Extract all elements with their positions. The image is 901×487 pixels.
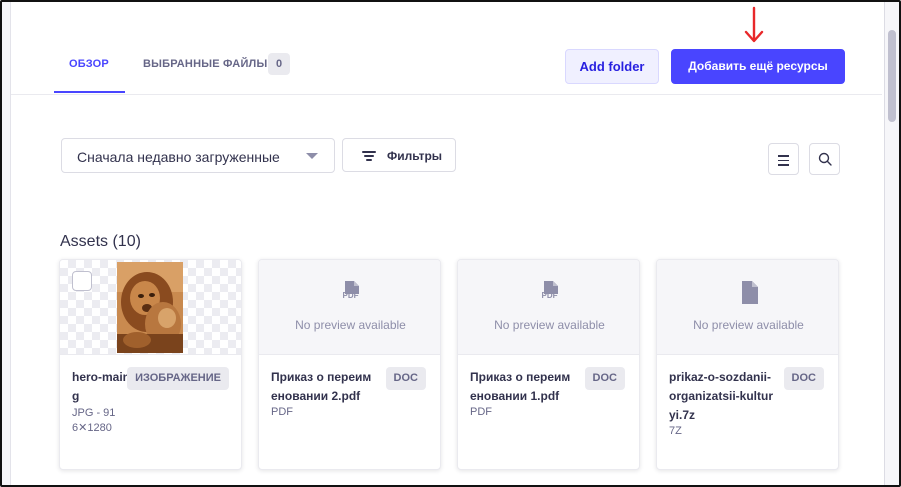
- asset-preview: PDF No preview available: [458, 260, 639, 355]
- assets-section-title: Assets (10): [60, 233, 141, 250]
- filters-button-label: Фильтры: [387, 149, 443, 163]
- asset-card[interactable]: hero-main-page.jpg JPG - 91 6✕1280 ИЗОБР…: [59, 259, 242, 470]
- filters-button[interactable]: Фильтры: [342, 138, 456, 172]
- add-more-assets-button[interactable]: Добавить ещё ресурсы: [671, 49, 845, 84]
- tab-overview[interactable]: ОБЗОР: [69, 58, 109, 70]
- sort-select-value: Сначала недавно загруженные: [77, 149, 280, 165]
- asset-file-type: PDF: [470, 406, 492, 418]
- asset-preview: PDF No preview available: [259, 260, 440, 355]
- scrollbar[interactable]: [884, 2, 899, 485]
- scrollbar-thumb[interactable]: [888, 30, 896, 122]
- media-library-panel: ОБЗОР ВЫБРАННЫЕ ФАЙЛЫ 0 Add folder Добав…: [11, 2, 882, 485]
- list-view-icon: [778, 155, 789, 169]
- no-preview-text: No preview available: [494, 318, 605, 332]
- active-tab-indicator: [54, 91, 125, 93]
- asset-card[interactable]: No preview available prikaz-o-sozdanii-o…: [656, 259, 839, 470]
- lion-image: [117, 262, 183, 353]
- asset-type-badge: DOC: [783, 367, 824, 390]
- search-button[interactable]: [809, 143, 840, 175]
- pdf-icon-label: PDF: [342, 291, 359, 300]
- file-icon: [742, 281, 758, 304]
- asset-file-type: PDF: [271, 406, 293, 418]
- no-preview-text: No preview available: [693, 318, 804, 332]
- chevron-down-icon: [306, 153, 318, 159]
- add-folder-button[interactable]: Add folder: [565, 49, 659, 84]
- arrow-down-icon: [744, 6, 764, 43]
- tab-selected-files[interactable]: ВЫБРАННЫЕ ФАЙЛЫ: [143, 58, 267, 70]
- asset-file-name: prikaz-o-sozdanii-organizatsii-kulturyi.…: [669, 370, 774, 422]
- selected-files-count-badge: 0: [268, 53, 290, 75]
- asset-file-dimensions: 6✕1280: [72, 422, 112, 434]
- asset-type-badge: ИЗОБРАЖЕНИЕ: [127, 367, 229, 390]
- sort-select[interactable]: Сначала недавно загруженные: [61, 138, 335, 173]
- asset-preview: [60, 260, 241, 355]
- search-icon: [818, 152, 832, 166]
- asset-type-badge: DOC: [584, 367, 625, 390]
- asset-card[interactable]: PDF No preview available Приказ о переим…: [457, 259, 640, 470]
- filter-icon: [362, 151, 376, 161]
- no-preview-text: No preview available: [295, 318, 406, 332]
- left-sidebar-edge: [2, 2, 11, 485]
- pdf-icon-label: PDF: [541, 291, 558, 300]
- asset-card[interactable]: PDF No preview available Приказ о переим…: [258, 259, 441, 470]
- asset-file-name: Приказ о переименовании 2.pdf: [271, 370, 372, 403]
- asset-file-name: Приказ о переименовании 1.pdf: [470, 370, 571, 403]
- asset-type-badge: DOC: [385, 367, 426, 390]
- asset-file-meta: JPG - 91: [72, 407, 116, 419]
- select-checkbox[interactable]: [72, 271, 92, 291]
- asset-preview: No preview available: [657, 260, 838, 355]
- asset-file-type: 7Z: [669, 425, 682, 437]
- list-view-button[interactable]: [768, 143, 799, 175]
